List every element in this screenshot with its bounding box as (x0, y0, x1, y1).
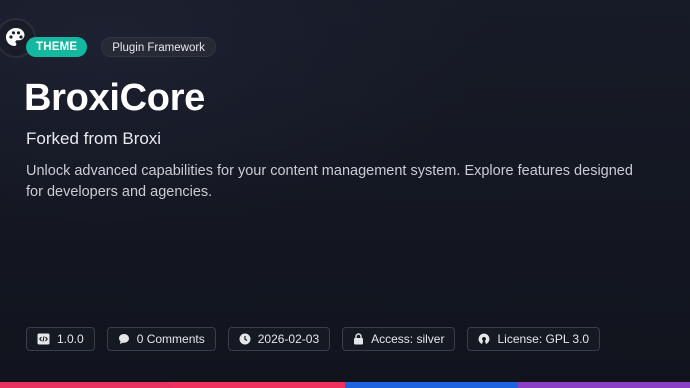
accent-bar-segment (0, 382, 173, 388)
lock-icon (354, 333, 364, 345)
access-label: Access: silver (371, 332, 445, 346)
accent-bar (0, 382, 690, 388)
comment-icon (118, 334, 129, 344)
access-chip: Access: silver (342, 327, 456, 351)
accent-bar-segment (345, 382, 518, 388)
description: Unlock advanced capabilities for your co… (26, 163, 633, 200)
license-chip: License: GPL 3.0 (467, 327, 601, 351)
comments-chip[interactable]: 0 Comments (106, 327, 216, 351)
date-chip: 2026-02-03 (227, 327, 331, 351)
meta-row: 1.0.0 0 Comments 2026-02-03 Access: silv… (26, 327, 601, 351)
tag-row: THEME Plugin Framework (26, 37, 216, 57)
comments-label: 0 Comments (136, 332, 205, 346)
subtitle: Forked from Broxi (26, 129, 162, 148)
accent-bar-segment (517, 382, 690, 388)
accent-bar-segment (172, 382, 345, 388)
type-badge: THEME (26, 37, 88, 57)
license-label: License: GPL 3.0 (497, 332, 590, 346)
code-icon (37, 333, 50, 345)
open-source-icon (479, 333, 490, 345)
date-label: 2026-02-03 (257, 332, 320, 346)
clock-icon (239, 333, 251, 345)
version-chip: 1.0.0 (26, 327, 95, 351)
category-badge[interactable]: Plugin Framework (101, 37, 216, 57)
version-label: 1.0.0 (57, 332, 84, 346)
page-title: BroxiCore (24, 77, 206, 119)
